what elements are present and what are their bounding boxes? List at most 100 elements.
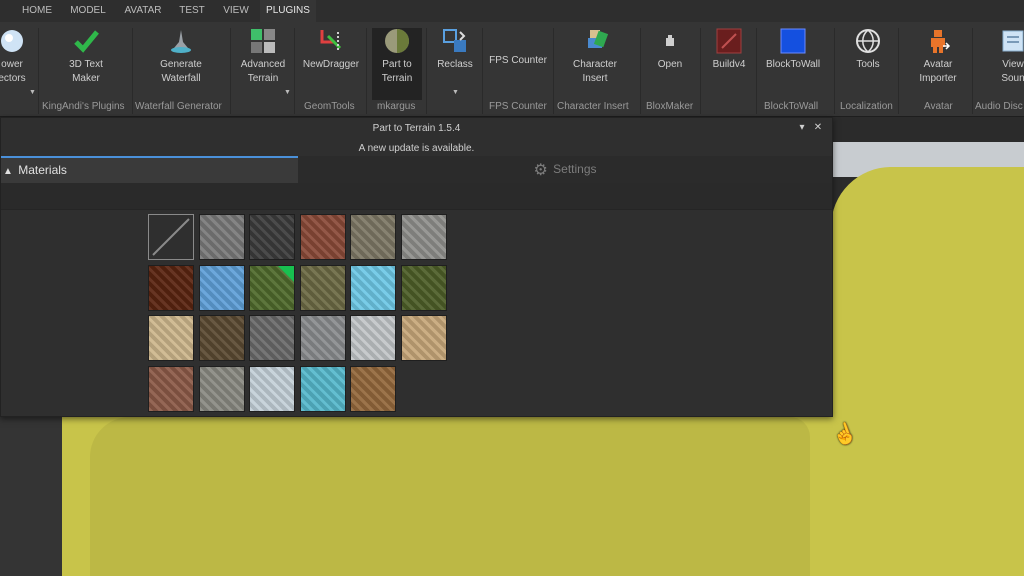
tab-view[interactable]: VIEW [214,0,258,22]
advanced-terrain-icon [250,28,276,54]
divider [132,28,133,114]
divider [700,28,701,114]
group-label: GeomTools [304,101,355,112]
material-swatch-brick[interactable] [299,214,346,260]
material-swatch-cobblestone[interactable] [350,214,396,260]
material-swatch-slate-gray[interactable] [198,365,245,412]
tab-label: Materials [18,163,67,177]
button-label: Insert [582,73,608,84]
update-notice: A new update is available. [358,143,475,154]
view-sounds-button[interactable]: View Soun [990,28,1024,86]
dragger-icon [318,28,344,54]
localization-tools-button[interactable]: Tools [846,28,890,72]
buildv4-button[interactable]: Buildv4 [706,28,752,72]
button-label: NewDragger [302,59,360,70]
material-swatch-glacier[interactable] [198,264,245,311]
button-label: FPS Counter [489,55,547,66]
material-swatch-none[interactable] [148,214,194,260]
button-label: Soun [1001,73,1024,84]
material-swatch-rock[interactable] [299,315,346,361]
button-label: Generate [160,59,202,70]
button-label: Advanced [240,59,286,70]
character-insert-button[interactable]: Character Insert [560,28,630,86]
button-label: Reclass [437,59,473,70]
globe-icon [855,28,881,54]
divider [230,28,231,114]
material-swatch-slate[interactable] [198,214,245,260]
group-label: Localization [840,101,893,112]
chevron-down-icon: ▼ [29,89,36,96]
button-label: View [1002,59,1024,70]
divider [294,28,295,114]
material-swatch-mud[interactable] [198,315,245,361]
plugins-ribbon: ower ectors ▼ 3D Text Maker Generate Wat… [0,22,1024,117]
tab-settings[interactable]: ⚙ Settings [298,156,832,183]
material-swatch-wood-planks[interactable] [350,365,396,412]
tab-avatar[interactable]: AVATAR [116,0,170,22]
avatar-importer-button[interactable]: Avatar Importer [908,28,968,86]
material-swatch-ice[interactable] [350,264,396,311]
reclass-button[interactable]: Reclass ▼ [430,28,480,96]
material-swatch-cracked-lava[interactable] [148,264,194,311]
power-selectors-button[interactable]: ower ectors ▼ [0,28,38,96]
blox-icon [657,28,683,54]
open-button[interactable]: Open [648,28,692,72]
checkmark-icon [73,28,99,54]
blocktowall-button[interactable]: BlockToWall [760,28,826,72]
close-icon[interactable]: ✕ [811,122,825,133]
button-label: ectors [0,73,26,84]
newdragger-button[interactable]: NewDragger [300,28,362,72]
part-to-terrain-button[interactable]: Part to Terrain [372,28,422,100]
group-label: FPS Counter [489,101,547,112]
tab-plugins[interactable]: PLUGINS [260,0,316,22]
tab-materials[interactable]: ▲ Materials [1,156,298,183]
button-label: Maker [72,73,100,84]
panel-tabs: ▲ Materials ⚙ Settings [1,156,832,183]
group-label: Audio Disc [975,101,1023,112]
material-swatch-limestone[interactable] [148,315,194,361]
material-swatch-concrete[interactable] [400,214,447,260]
button-label: Avatar [923,59,953,70]
button-label: ower [1,59,23,70]
generate-waterfall-button[interactable]: Generate Waterfall [146,28,216,86]
advanced-terrain-button[interactable]: Advanced Terrain ▼ [236,28,291,96]
button-label: Importer [919,73,957,84]
part-to-terrain-panel: Part to Terrain 1.5.4 ▾ ✕ A new update i… [0,117,833,417]
divider [366,28,367,114]
group-label: mkargus [377,101,416,112]
warning-icon: ▲ [3,166,13,177]
material-swatch-ground[interactable] [299,264,346,311]
group-label: Avatar [924,101,953,112]
divider [756,28,757,114]
button-label: Tools [856,59,880,70]
material-swatch-snow[interactable] [249,365,295,412]
material-swatch-sandstone[interactable] [148,365,194,412]
tab-home[interactable]: HOME [14,0,60,22]
button-label: Waterfall [161,73,201,84]
button-label: Terrain [247,73,279,84]
button-label: Part to [382,59,412,70]
tab-test[interactable]: TEST [172,0,212,22]
material-swatch-leafy-grass[interactable] [400,264,447,311]
blocktowall-icon [780,28,806,54]
button-label: Character [573,59,617,70]
terrain-shadow [90,417,810,576]
material-swatch-water[interactable] [299,365,346,412]
chevron-down-icon[interactable]: ▾ [795,122,809,133]
material-swatch-grass[interactable] [249,264,295,311]
material-swatch-salt[interactable] [350,315,396,361]
3d-text-maker-button[interactable]: 3D Text Maker [56,28,116,86]
tab-model[interactable]: MODEL [62,0,114,22]
power-selectors-icon [0,28,25,54]
divider [38,28,39,114]
group-label: KingAndi's Plugins [42,101,125,112]
material-swatch-pavement[interactable] [249,315,295,361]
chevron-down-icon: ▼ [284,89,291,96]
material-swatch-sand[interactable] [400,315,447,361]
gear-icon: ⚙ [533,162,548,179]
fps-counter-button[interactable]: FPS Counter [486,50,550,68]
explorer-edge [0,414,62,576]
buildv4-icon [716,28,742,54]
waterfall-icon [168,28,194,54]
material-swatch-basalt[interactable] [249,214,295,260]
